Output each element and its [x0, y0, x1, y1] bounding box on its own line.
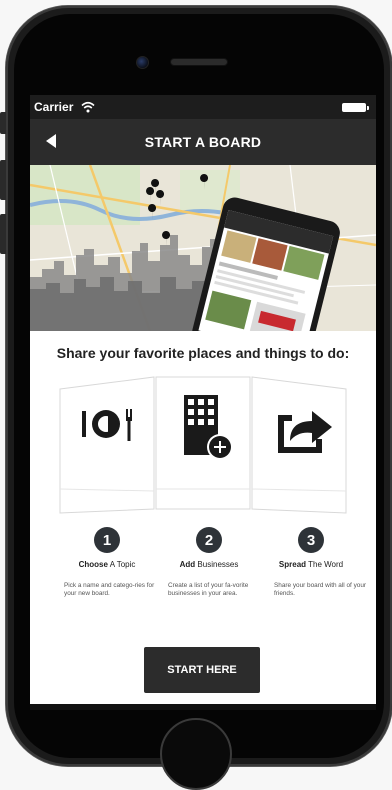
step-title-1: Choose A Topic — [52, 560, 162, 569]
step-title-rest: Businesses — [195, 560, 239, 569]
start-here-button[interactable]: START HERE — [144, 647, 260, 693]
nav-title: START A BOARD — [144, 134, 262, 150]
step-number-1: 1 — [94, 527, 120, 553]
front-camera — [136, 56, 149, 69]
battery-icon — [342, 103, 369, 112]
step-title-3: Spread The Word — [256, 560, 366, 569]
home-button[interactable] — [160, 718, 232, 790]
step-desc-3: Share your board with all of your friend… — [274, 582, 367, 597]
step-desc-1: Pick a name and catego-ries for your new… — [64, 582, 155, 597]
hero-illustration — [30, 165, 376, 331]
step-desc-2: Create a list of your fa-vorite business… — [168, 582, 249, 597]
step-number-2: 2 — [196, 527, 222, 553]
step-card-3 — [251, 376, 347, 514]
screen-bottom-edge — [30, 704, 376, 710]
step-title-rest: The Word — [306, 560, 344, 569]
step-title-bold: Choose — [78, 560, 108, 569]
step-title-bold: Spread — [278, 560, 307, 569]
step-number-3: 3 — [298, 527, 324, 553]
wifi-icon — [81, 101, 95, 113]
headline: Share your favorite places and things to… — [56, 345, 350, 361]
back-arrow-icon[interactable] — [44, 133, 58, 154]
carrier-label: Carrier — [34, 100, 74, 114]
hero-banner — [30, 165, 376, 331]
step-title-bold: Add — [179, 560, 196, 569]
step-title-rest: A Topic — [107, 560, 136, 569]
step-title-2: Add Businesses — [154, 560, 264, 569]
mute-switch — [0, 112, 6, 134]
navigation-bar: START A BOARD — [30, 119, 376, 165]
volume-down-button — [0, 214, 6, 254]
step-card-1 — [59, 376, 155, 514]
earpiece-speaker — [170, 58, 228, 66]
volume-up-button — [0, 160, 6, 200]
app-screen: Carrier START A BOARD Share your favorit… — [30, 95, 376, 710]
step-cards — [30, 371, 376, 521]
status-bar: Carrier — [30, 95, 376, 119]
